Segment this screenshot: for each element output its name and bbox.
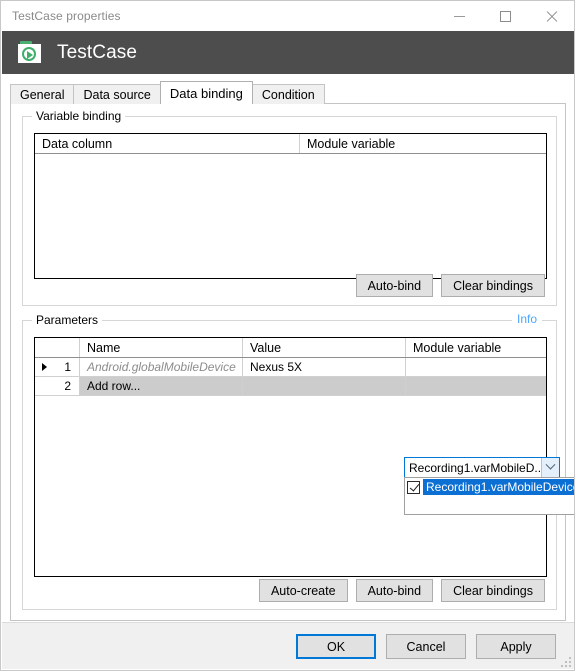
column-header-row-indicator — [35, 338, 80, 357]
cell-add-row-module-variable[interactable] — [406, 377, 546, 395]
row-number: 1 — [64, 360, 71, 374]
tab-condition[interactable]: Condition — [251, 84, 325, 104]
cell-add-row-value[interactable] — [243, 377, 406, 395]
info-link[interactable]: Info — [511, 312, 542, 326]
page-title: TestCase — [57, 41, 138, 63]
tab-data-source[interactable]: Data source — [73, 84, 161, 104]
dropdown-item-recording1-varmobiledevice[interactable]: Recording1.varMobileDevice — [405, 478, 574, 496]
resize-grip[interactable] — [559, 655, 571, 667]
column-header-module-variable[interactable]: Module variable — [406, 338, 546, 357]
current-row-caret-icon — [42, 363, 47, 371]
variable-binding-group-title: Variable binding — [32, 109, 126, 123]
column-header-module-variable[interactable]: Module variable — [300, 134, 546, 153]
testcase-properties-dialog: TestCase properties TestCase General Dat… — [0, 0, 575, 671]
window-title: TestCase properties — [12, 9, 121, 23]
footer-buttons: OK Cancel Apply — [296, 634, 556, 659]
column-header-data-column[interactable]: Data column — [35, 134, 300, 153]
cell-parameter-module-variable[interactable] — [406, 358, 546, 376]
parameters-auto-create-button[interactable]: Auto-create — [258, 579, 348, 602]
close-icon — [545, 10, 558, 23]
variable-binding-group: Variable binding Data column Module vari… — [22, 109, 557, 306]
column-header-name[interactable]: Name — [80, 338, 243, 357]
parameters-clear-bindings-button[interactable]: Clear bindings — [441, 579, 545, 602]
dropdown-item-label: Recording1.varMobileDevice — [423, 479, 574, 495]
parameters-grid-header: Name Value Module variable — [35, 338, 546, 358]
variable-binding-grid[interactable]: Data column Module variable — [34, 133, 547, 279]
row-indicator-1[interactable]: 1 — [35, 358, 80, 376]
tab-general[interactable]: General — [10, 84, 75, 104]
cell-parameter-value[interactable]: Nexus 5X — [243, 358, 406, 376]
table-row[interactable]: 2 Add row... — [35, 377, 546, 396]
parameters-buttons: Auto-create Auto-bind Clear bindings — [258, 579, 545, 602]
tab-strip: General Data source Data binding Conditi… — [10, 81, 325, 104]
column-header-value[interactable]: Value — [243, 338, 406, 357]
data-binding-tab-page: Variable binding Data column Module vari… — [10, 103, 574, 621]
testcase-folder-play-icon — [18, 41, 43, 64]
parameters-group-title: Parameters — [32, 313, 103, 327]
minimize-button[interactable] — [436, 1, 482, 31]
tab-data-binding[interactable]: Data binding — [159, 81, 253, 104]
table-row[interactable]: 1 Android.globalMobileDevice Nexus 5X — [35, 358, 546, 377]
parameters-auto-bind-button[interactable]: Auto-bind — [355, 579, 434, 602]
variable-binding-auto-bind-button[interactable]: Auto-bind — [355, 274, 434, 297]
close-button[interactable] — [528, 1, 574, 31]
minimize-icon — [453, 15, 465, 17]
ok-button[interactable]: OK — [296, 634, 376, 659]
cancel-button[interactable]: Cancel — [386, 634, 466, 659]
maximize-button[interactable] — [482, 1, 528, 31]
variable-binding-grid-header: Data column Module variable — [35, 134, 546, 154]
maximize-icon — [499, 10, 511, 22]
cell-add-row[interactable]: Add row... — [80, 377, 243, 395]
dialog-header: TestCase — [2, 31, 574, 74]
module-variable-dropdown-list[interactable]: Recording1.varMobileDevice — [404, 477, 574, 515]
row-number: 2 — [64, 379, 71, 393]
module-variable-combobox[interactable]: Recording1.varMobileD... — [404, 457, 560, 478]
checkbox-checked-icon[interactable] — [407, 480, 420, 494]
chevron-down-icon[interactable] — [541, 458, 559, 477]
dialog-footer: OK Cancel Apply — [2, 622, 574, 669]
row-indicator-2[interactable]: 2 — [35, 377, 80, 395]
cell-parameter-name[interactable]: Android.globalMobileDevice — [80, 358, 243, 376]
title-bar: TestCase properties — [1, 1, 574, 31]
apply-button[interactable]: Apply — [476, 634, 556, 659]
variable-binding-clear-bindings-button[interactable]: Clear bindings — [441, 274, 545, 297]
module-variable-combobox-value: Recording1.varMobileD... — [409, 460, 541, 475]
variable-binding-buttons: Auto-bind Clear bindings — [355, 274, 545, 297]
window-controls — [436, 1, 574, 31]
